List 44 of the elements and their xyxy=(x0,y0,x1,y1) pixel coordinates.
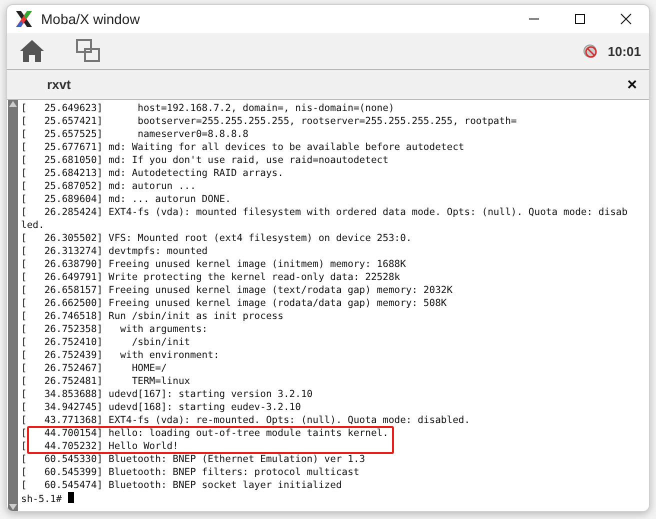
terminal-line: [ 26.752358] with arguments: xyxy=(21,323,209,336)
terminal-line: [ 34.942745] udevd[168]: starting eudev-3.2.10 xyxy=(21,401,302,414)
terminal-line: [ 26.752410] /sbin/init xyxy=(21,336,192,349)
terminal-line: [ 25.681050] md: If you don't use raid, use raid=noautodetect xyxy=(21,154,390,167)
terminal-line: [ 25.677671] md: Waiting for all devices to be available before autodetect xyxy=(21,141,466,154)
terminal-line: [ 26.752481] TERM=linux xyxy=(21,375,192,388)
window-title: Moba/X window xyxy=(41,11,141,27)
terminal-line: [ 25.657421] bootserver=255.255.255.255, rootserver=255.255.255.255, rootpath= xyxy=(21,115,518,128)
terminal-line: led. xyxy=(21,219,46,232)
clock: 10:01 xyxy=(608,44,641,58)
tab-close-button[interactable]: × xyxy=(627,74,637,94)
terminal-line: [ 60.545474] Bluetooth: BNEP socket layer initialized xyxy=(21,479,343,492)
terminal-line: [ 26.752467] HOME=/ xyxy=(21,362,168,375)
maximize-icon xyxy=(574,13,586,25)
home-icon[interactable] xyxy=(19,39,45,63)
tab-title[interactable]: rxvt xyxy=(47,77,628,92)
terminal-line: [ 26.313274] devtmpfs: mounted xyxy=(21,245,209,258)
terminal-line: [ 26.662500] Freeing unused kernel image (rodata/data gap) memory: 508K xyxy=(21,297,448,310)
terminal-line: [ 44.700154] hello: loading out-of-tree module taints kernel. xyxy=(21,427,390,440)
close-icon xyxy=(620,13,632,25)
terminal-line: [ 26.305502] VFS: Mounted root (ext4 filesystem) on device 253:0. xyxy=(21,232,413,245)
terminal-line: [ 26.658157] Freeing unused kernel image (text/rodata gap) memory: 2032K xyxy=(21,284,454,297)
scrollbar[interactable] xyxy=(8,100,18,511)
terminal-line: [ 43.771368] EXT4-fs (vda): re-mounted. Opts: (null). Quota mode: disabled. xyxy=(21,414,472,427)
terminal-line: [ 44.705232] Hello World! xyxy=(21,440,180,453)
disconnected-icon[interactable] xyxy=(582,43,598,59)
terminal-line: [ 25.687052] md: autorun ... xyxy=(21,180,197,193)
terminal-line: [ 60.545330] Bluetooth: BNEP (Ethernet Emulation) ver 1.3 xyxy=(21,453,366,466)
terminal-line: [ 26.746518] Run /sbin/init as init process xyxy=(21,310,284,323)
x-logo-icon xyxy=(15,10,33,28)
terminal-line: [ 25.649623] host=192.168.7.2, domain=, nis-domain=(none) xyxy=(21,102,396,115)
terminal-line: [ 26.649791] Write protecting the kernel read-only data: 22528k xyxy=(21,271,402,284)
terminal-line: [ 25.689604] md: ... autorun DONE. xyxy=(21,193,232,206)
scroll-down-icon[interactable] xyxy=(9,503,17,511)
text-cursor xyxy=(68,492,74,503)
windows-icon[interactable] xyxy=(75,38,101,64)
terminal-line: [ 25.657525] nameserver0=8.8.8.8 xyxy=(21,128,250,141)
terminal-line: [ 60.545399] Bluetooth: BNEP filters: protocol multicast xyxy=(21,466,360,479)
terminal-line: [ 26.752439] with environment: xyxy=(21,349,220,362)
terminal-line: [ 34.853688] udevd[167]: starting version 3.2.10 xyxy=(21,388,314,401)
shell-prompt: sh-5.1# xyxy=(21,494,63,505)
terminal-line: [ 26.638790] Freeing unused kernel image (initmem) memory: 1688K xyxy=(21,258,407,271)
terminal-line: [ 25.684213] md: Autodetecting RAID arrays. xyxy=(21,167,284,180)
terminal-line: [ 26.285424] EXT4-fs (vda): mounted filesystem with ordered data mode. Opts: (null). Quota mode: disab xyxy=(21,206,629,219)
